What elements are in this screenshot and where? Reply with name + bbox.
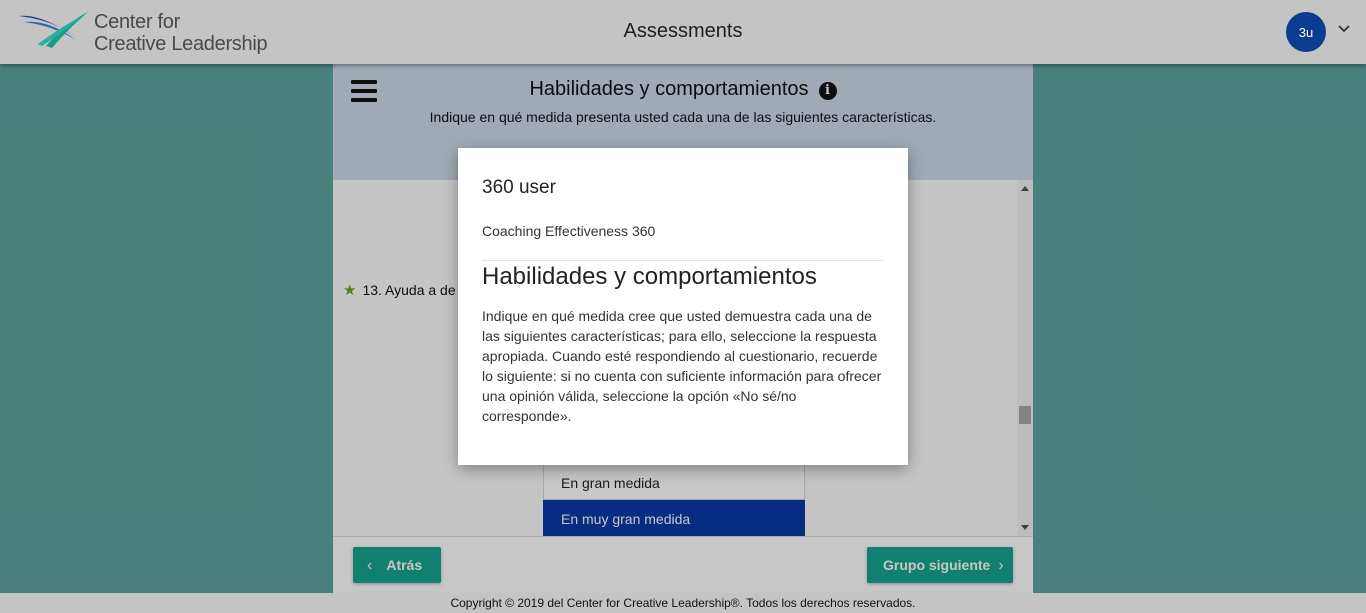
copyright-footer: Copyright © 2019 del Center for Creative… [0, 593, 1366, 613]
chevron-down-icon[interactable] [1337, 22, 1351, 36]
modal-instructions: Indique en qué medida cree que usted dem… [482, 308, 882, 424]
modal-user-name: 360 user [482, 177, 556, 198]
app-title: Assessments [623, 20, 743, 42]
user-avatar[interactable]: 3u [1286, 12, 1326, 52]
modal-title: Habilidades y comportamientos [482, 263, 817, 290]
modal-assessment-name: Coaching Effectiveness 360 [482, 223, 656, 239]
modal-divider [482, 260, 884, 261]
instructions-modal: 360 user Coaching Effectiveness 360 Habi… [458, 148, 908, 465]
app-header: Center for Creative Leadership Assessmen… [0, 0, 1366, 64]
